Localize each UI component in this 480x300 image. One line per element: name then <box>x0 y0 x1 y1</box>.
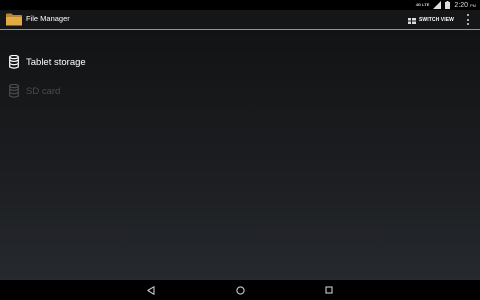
back-triangle-icon[interactable] <box>144 283 158 297</box>
navigation-bar <box>0 280 480 300</box>
database-icon <box>9 83 19 98</box>
storage-item-label: SD card <box>26 85 61 97</box>
status-time-value: 2:20 <box>454 1 469 9</box>
home-circle-icon[interactable] <box>233 283 247 297</box>
signal-icon <box>433 1 442 9</box>
switch-view-button[interactable]: SWITCH VIEW <box>408 13 454 26</box>
status-time-suffix: PM <box>470 2 476 8</box>
network-type-label: 4G LTE <box>415 2 430 7</box>
view-grid-icon <box>408 11 416 29</box>
folder-icon[interactable] <box>6 13 22 26</box>
storage-list: Tablet storage SD card <box>0 30 480 280</box>
status-bar: 4G LTE 2:20 PM <box>0 0 480 10</box>
status-time: 2:20 PM <box>454 2 476 9</box>
action-bar: File Manager SWITCH VIEW <box>0 10 480 30</box>
storage-item-sd-card[interactable]: SD card <box>9 83 60 99</box>
overflow-menu-icon[interactable] <box>465 14 471 25</box>
app-title: File Manager <box>26 14 70 23</box>
storage-item-tablet[interactable]: Tablet storage <box>9 54 86 70</box>
database-icon <box>9 54 19 69</box>
storage-item-label: Tablet storage <box>26 56 86 68</box>
overflow-dot <box>467 23 469 25</box>
switch-view-label: SWITCH VIEW <box>419 16 454 23</box>
overflow-dot <box>467 14 469 16</box>
network-type-icon: 4G LTE <box>416 1 430 9</box>
overflow-dot <box>467 18 469 21</box>
battery-icon <box>445 1 451 9</box>
recents-square-icon[interactable] <box>322 283 336 297</box>
